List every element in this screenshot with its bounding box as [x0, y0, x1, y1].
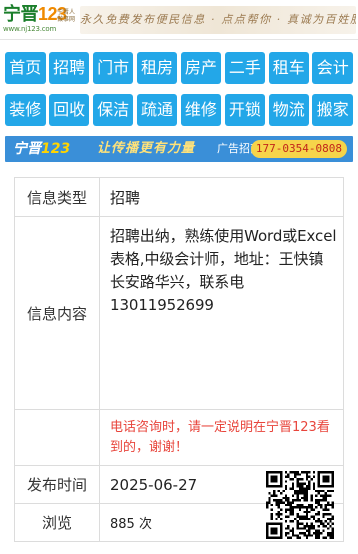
- nav-real-estate[interactable]: 房产: [180, 52, 222, 84]
- category-nav: 首页 招聘 门市 租房 房产 二手 租车 会计 装修 回收 保洁 疏通 维修 开…: [0, 40, 358, 126]
- nav-row-2: 装修 回收 保洁 疏通 维修 开锁 物流 搬家: [5, 94, 353, 126]
- nav-jobs[interactable]: 招聘: [48, 52, 90, 84]
- notice-cell: 电话咨询时，请一定说明在宁晋123看到的，谢谢！: [99, 409, 344, 466]
- row-notice: 电话咨询时，请一定说明在宁晋123看到的，谢谢！: [14, 409, 344, 466]
- type-label: 信息类型: [14, 177, 100, 217]
- ad-brand-number: 123: [41, 141, 71, 157]
- qr-code-icon: [266, 471, 334, 539]
- nav-accounting[interactable]: 会计: [312, 52, 353, 84]
- content-label: 信息内容: [14, 216, 100, 410]
- header-slogan: 永久免费发布便民信息 · 点点帮你 · 真诚为百姓服务: [80, 13, 356, 26]
- nav-cleaning[interactable]: 保洁: [92, 94, 134, 126]
- row-type: 信息类型 招聘: [14, 177, 344, 217]
- content-cell: 招聘出纳，熟练使用Word或Excel表格,中级会计师，地址：王快镇长安路华兴，…: [99, 216, 344, 410]
- header-slogan-banner: 永久免费发布便民信息 · 点点帮你 · 真诚为百姓服务: [80, 6, 356, 34]
- nav-second-hand[interactable]: 二手: [224, 52, 266, 84]
- nav-moving[interactable]: 搬家: [312, 94, 353, 126]
- type-value: 招聘: [99, 177, 344, 217]
- ad-phone[interactable]: 177-0354-0808: [250, 140, 347, 158]
- ad-brand-name: 宁晋: [13, 141, 41, 157]
- nav-rent-house[interactable]: 租房: [136, 52, 178, 84]
- date-label: 发布时间: [14, 465, 100, 504]
- nav-locksmith[interactable]: 开锁: [224, 94, 266, 126]
- ad-slogan: 让传播更有力量: [97, 141, 196, 156]
- row-content: 信息内容 招聘出纳，熟练使用Word或Excel表格,中级会计师，地址：王快镇长…: [14, 216, 344, 410]
- nav-logistics[interactable]: 物流: [268, 94, 310, 126]
- logo-tagline: 宁晋人 做事网: [57, 9, 76, 23]
- nav-shops[interactable]: 门市: [92, 52, 134, 84]
- nav-recycling[interactable]: 回收: [48, 94, 90, 126]
- nav-rent-car[interactable]: 租车: [268, 52, 310, 84]
- ad-banner[interactable]: 宁晋123 让传播更有力量 广告招商 177-0354-0808: [5, 136, 353, 162]
- content-value: 招聘出纳，熟练使用Word或Excel表格,中级会计师，地址：王快镇长安路华兴，…: [110, 227, 337, 314]
- nav-home[interactable]: 首页: [5, 52, 46, 84]
- ad-brand: 宁晋123: [13, 136, 70, 162]
- nav-repair[interactable]: 维修: [180, 94, 222, 126]
- nav-dredging[interactable]: 疏通: [136, 94, 178, 126]
- notice-text: 电话咨询时，请一定说明在宁晋123看到的，谢谢！: [110, 419, 330, 455]
- nav-row-1: 首页 招聘 门市 租房 房产 二手 租车 会计: [5, 52, 353, 84]
- site-header: 宁晋123 宁晋人 做事网 www.nj123.com 永久免费发布便民信息 ·…: [0, 0, 358, 40]
- notice-label-empty: [14, 409, 100, 466]
- site-logo[interactable]: 宁晋123 宁晋人 做事网 www.nj123.com: [3, 4, 75, 36]
- logo-url: www.nj123.com: [3, 25, 57, 33]
- views-label: 浏览: [14, 503, 100, 542]
- logo-name: 宁晋: [3, 4, 39, 24]
- nav-decoration[interactable]: 装修: [5, 94, 46, 126]
